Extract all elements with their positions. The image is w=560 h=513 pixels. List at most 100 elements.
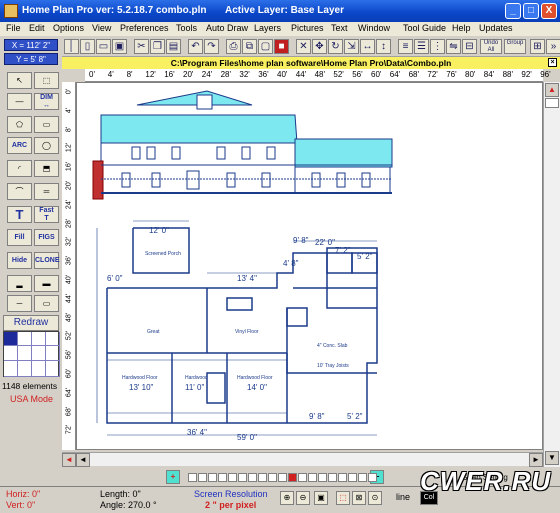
layer-toggle[interactable]: [298, 473, 307, 482]
maximize-button[interactable]: □: [523, 3, 539, 19]
menu-text[interactable]: Text: [331, 23, 348, 33]
figures-tool[interactable]: FIGS: [34, 229, 59, 246]
zoom-window-icon[interactable]: ⬚: [336, 491, 350, 505]
layer-toggle[interactable]: [338, 473, 347, 482]
paste-icon[interactable]: ▤: [166, 39, 181, 54]
menu-help[interactable]: Help: [452, 23, 471, 33]
cut-icon[interactable]: ✂: [134, 39, 149, 54]
scroll-up-icon[interactable]: ▲: [545, 83, 559, 97]
layer-toggle[interactable]: [288, 473, 297, 482]
flip-v-icon[interactable]: ↕: [376, 39, 391, 54]
menu-file[interactable]: File: [6, 23, 21, 33]
undo-icon[interactable]: ↶: [188, 39, 203, 54]
delete-icon[interactable]: ✕: [296, 39, 311, 54]
step-line-tool[interactable]: ⌒: [7, 183, 32, 200]
layer-toggle[interactable]: [278, 473, 287, 482]
menu-view[interactable]: View: [92, 23, 111, 33]
vertical-scrollbar[interactable]: ▲ ▼: [543, 82, 560, 467]
duplicate-icon[interactable]: ⧉: [242, 39, 257, 54]
layer-toggle[interactable]: [218, 473, 227, 482]
layer-toggle[interactable]: [198, 473, 207, 482]
menu-window[interactable]: Window: [358, 23, 390, 33]
dim-tool[interactable]: DIM ↔: [34, 93, 59, 110]
close-file-button[interactable]: ×: [548, 58, 557, 67]
color-grid[interactable]: [3, 331, 60, 377]
array-icon[interactable]: ⋮: [430, 39, 445, 54]
text-tool[interactable]: T: [7, 206, 32, 223]
clone-tool[interactable]: CLONE: [34, 252, 60, 269]
move-icon[interactable]: ✥: [312, 39, 327, 54]
close-button[interactable]: X: [541, 3, 557, 19]
mirror-icon[interactable]: ⇋: [446, 39, 461, 54]
chevron-right-icon[interactable]: »: [546, 39, 560, 54]
hide-tool[interactable]: Hide: [7, 252, 32, 269]
frame-tool[interactable]: ▭: [34, 295, 59, 312]
scroll-left-icon[interactable]: ◄: [62, 453, 76, 467]
layer-toggle[interactable]: [258, 473, 267, 482]
print-icon[interactable]: ⎙: [226, 39, 241, 54]
layer-toggle[interactable]: [308, 473, 317, 482]
menu-updates[interactable]: Updates: [479, 23, 513, 33]
redo-icon[interactable]: ↷: [204, 39, 219, 54]
menu-auto-draw[interactable]: Auto Draw: [206, 23, 248, 33]
zoom-prev-icon[interactable]: ⊙: [368, 491, 382, 505]
pointer-tool[interactable]: ↖: [7, 72, 32, 89]
box-tool[interactable]: ▬: [34, 275, 59, 292]
lock-icon[interactable]: ⊞: [530, 39, 545, 54]
polygon-tool[interactable]: ⬠: [7, 116, 32, 133]
resize-icon[interactable]: ⇲: [344, 39, 359, 54]
zoom-page-icon[interactable]: ▣: [314, 491, 328, 505]
save-icon[interactable]: ▣: [112, 39, 127, 54]
layer-toggle[interactable]: [208, 473, 217, 482]
minimize-button[interactable]: _: [505, 3, 521, 19]
undo-all-button[interactable]: Undo All: [480, 39, 502, 54]
zoom-fit-icon[interactable]: ⊠: [352, 491, 366, 505]
open-icon[interactable]: ▭: [96, 39, 111, 54]
wall-tool[interactable]: ═: [34, 183, 59, 200]
copy-icon[interactable]: ❐: [150, 39, 165, 54]
scroll-down-icon[interactable]: ▼: [545, 451, 559, 465]
layer-toggle[interactable]: [238, 473, 247, 482]
align-icon[interactable]: ≡: [398, 39, 413, 54]
menu-tool-guide[interactable]: Tool Guide: [403, 23, 446, 33]
line-tool[interactable]: —: [7, 93, 32, 110]
zoom-out-icon[interactable]: ⊖: [296, 491, 310, 505]
scroll-thumb[interactable]: [545, 98, 559, 108]
layer-toggle[interactable]: [368, 473, 377, 482]
redraw-button[interactable]: Redraw: [3, 315, 59, 331]
layer-toggle[interactable]: [228, 473, 237, 482]
layer-toggle[interactable]: [248, 473, 257, 482]
arc-tool[interactable]: ARC: [7, 137, 32, 154]
layer-toggle[interactable]: [358, 473, 367, 482]
scroll-left-small-icon[interactable]: ◄: [76, 453, 90, 467]
add-layer-button[interactable]: +: [166, 470, 180, 484]
layer-toggle[interactable]: [188, 473, 197, 482]
shape-tool[interactable]: ⬒: [34, 160, 59, 177]
picture-tool[interactable]: ▂: [7, 275, 32, 292]
horizontal-scrollbar[interactable]: ◄ ◄ ►: [62, 452, 543, 467]
menu-options[interactable]: Options: [53, 23, 84, 33]
menu-preferences[interactable]: Preferences: [120, 23, 169, 33]
select-tool[interactable]: ⬚: [34, 72, 59, 89]
horizontal-line-tool[interactable]: ─: [7, 295, 32, 312]
layer-toggle[interactable]: [268, 473, 277, 482]
layer-toggle[interactable]: [318, 473, 327, 482]
zoom-in-icon[interactable]: ⊕: [280, 491, 294, 505]
scroll-right-icon[interactable]: ►: [529, 453, 543, 467]
page-icon[interactable]: ▢: [258, 39, 273, 54]
menu-tools[interactable]: Tools: [176, 23, 197, 33]
menu-layers[interactable]: Layers: [254, 23, 281, 33]
fast-text-tool[interactable]: Fast T: [34, 206, 59, 223]
curve-tool[interactable]: ◜: [7, 160, 32, 177]
menu-edit[interactable]: Edit: [29, 23, 45, 33]
flip-h-icon[interactable]: ↔: [360, 39, 375, 54]
layer-toggle[interactable]: [328, 473, 337, 482]
record-icon[interactable]: ■: [274, 39, 289, 54]
rotate-icon[interactable]: ↻: [328, 39, 343, 54]
circle-tool[interactable]: ◯: [34, 137, 59, 154]
fill-tool[interactable]: Fill: [7, 229, 32, 246]
menu-pictures[interactable]: Pictures: [291, 23, 324, 33]
distribute-icon[interactable]: ☰: [414, 39, 429, 54]
group-button[interactable]: Group: [504, 39, 526, 54]
layer-toggle[interactable]: [348, 473, 357, 482]
